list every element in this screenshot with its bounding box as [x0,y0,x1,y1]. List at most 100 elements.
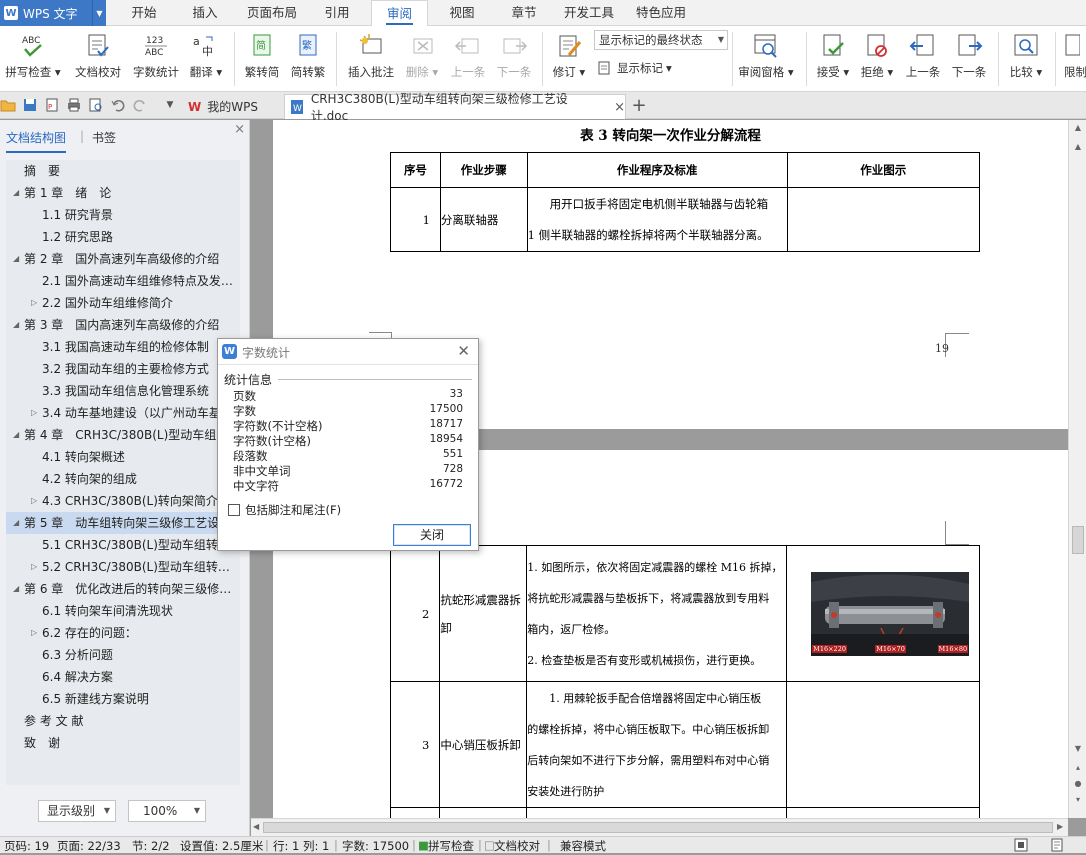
include-footnotes-checkbox[interactable]: 包括脚注和尾注(F) [228,502,341,518]
prev-comment-button[interactable]: 上一条 [446,26,490,92]
outline-item[interactable]: 摘 要 [6,160,240,182]
next-change-button[interactable]: 下一条 [947,26,991,92]
prev-change-button[interactable]: 上一条 [901,26,945,92]
tab-view[interactable]: 视图 [440,0,484,26]
tab-bookmarks[interactable]: 书签 [92,129,116,146]
tab-home[interactable]: 开始 [120,0,168,26]
outline-item[interactable]: 致 谢 [6,732,240,754]
outline-item[interactable]: ◢ 第 3 章 国内高速列车高级修的介绍 [6,314,240,336]
wps-app-button[interactable]: W WPS 文字 ▼ [0,0,106,26]
status-spell-check[interactable]: 拼写检查 [428,838,474,854]
word-count-button[interactable]: 123 ABC 字数统计 [130,26,182,92]
restrict-editing-button[interactable]: 限制 [1060,26,1086,92]
outline-item[interactable]: 4.1 转向架概述 [6,446,240,468]
outline-item[interactable]: 6.5 新建线方案说明 [6,688,240,710]
prev-page-icon[interactable]: ▴ [1072,763,1084,772]
print-preview-icon[interactable]: P [44,97,60,113]
close-icon[interactable]: ✕ [457,342,470,360]
print-icon[interactable] [66,97,82,113]
scroll-up-icon[interactable]: ▲ [1072,142,1084,151]
select-browse-object-icon[interactable]: ● [1072,779,1084,788]
outline-item[interactable]: ▷ 5.2 CRH3C/380B(L)型动车组转向架工艺 [6,556,240,578]
reject-button[interactable]: 拒绝 ▾ [857,26,897,92]
horizontal-scrollbar[interactable]: ◀ ▶ [251,818,1068,836]
tab-insert[interactable]: 插入 [181,0,229,26]
expand-arrow-icon[interactable]: ▷ [31,556,37,578]
expand-arrow-icon[interactable]: ▷ [31,292,37,314]
status-setting[interactable]: 设置值: 2.5厘米 [180,838,263,854]
outline-item[interactable]: ▷ 4.3 CRH3C/380B(L)转向架简介 [6,490,240,512]
outline-item[interactable]: 2.1 国外高速动车组维修特点及发展趋势 [6,270,240,292]
vertical-scrollbar[interactable]: ▲ ▲ ▼ ▴ ● ▾ [1068,120,1086,818]
collapse-arrow-icon[interactable]: ◢ [13,578,19,600]
save-icon[interactable] [22,97,38,113]
outline-item[interactable]: 3.3 我国动车组信息化管理系统 [6,380,240,402]
close-dialog-button[interactable]: 关闭 [393,524,471,546]
new-tab-plus-icon[interactable]: + [631,95,647,116]
app-menu-caret-icon[interactable]: ▼ [92,0,106,26]
tab-references[interactable]: 引用 [315,0,359,26]
page-view-icon[interactable] [1050,838,1064,855]
redo-icon[interactable] [132,97,148,113]
outline-item[interactable]: 参 考 文 献 [6,710,240,732]
outline-item[interactable]: 6.1 转向架车间清洗现状 [6,600,240,622]
outline-item[interactable]: ◢ 第 4 章 CRH3C/380B(L)型动车组转向架 [6,424,240,446]
collapse-arrow-icon[interactable]: ◢ [13,512,19,534]
outline-item[interactable]: 5.1 CRH3C/380B(L)型动车组转向架检修 [6,534,240,556]
next-comment-button[interactable]: 下一条 [492,26,536,92]
doc-check-button[interactable]: 文档校对 [70,26,126,92]
translate-button[interactable]: a中 翻译 ▾ [186,26,226,92]
outline-item[interactable]: 6.4 解决方案 [6,666,240,688]
simp-to-trad-button[interactable]: 繁 简转繁 [287,26,329,92]
scroll-up-icon[interactable]: ▲ [1072,123,1084,132]
show-markup-button[interactable]: 显示标记 ▾ [597,60,672,76]
insert-comment-button[interactable]: 插入批注 [344,26,398,92]
tab-chapter[interactable]: 章节 [502,0,546,26]
zoom-dropdown[interactable]: 100% ▼ [128,800,206,822]
outline-item[interactable]: ▷ 2.2 国外动车组维修简介 [6,292,240,314]
undo-icon[interactable] [110,97,126,113]
tab-review[interactable]: 审阅 [371,0,428,27]
track-changes-button[interactable]: 修订 ▾ [549,26,589,92]
tab-special[interactable]: 特色应用 [630,0,692,26]
preview-icon[interactable] [88,97,104,113]
outline-item[interactable]: ◢ 第 5 章 动车组转向架三级修工艺设计 [6,512,240,534]
compare-button[interactable]: 比较 ▾ [1006,26,1046,92]
dialog-title-bar[interactable]: W 字数统计 ✕ [218,339,478,365]
expand-arrow-icon[interactable]: ▷ [31,490,37,512]
outline-item[interactable]: ◢ 第 6 章 优化改进后的转向架三级修工艺 [6,578,240,600]
tab-my-wps[interactable]: W 我的WPS [184,94,266,119]
trad-to-simp-button[interactable]: 简 繁转简 [241,26,283,92]
outline-item[interactable]: ◢ 第 2 章 国外高速列车高级修的介绍 [6,248,240,270]
tab-document[interactable]: W CRH3C380B(L)型动车组转向架三级检修工艺设计.doc × [284,92,626,123]
status-doc-check[interactable]: 文档校对 [494,838,540,854]
collapse-arrow-icon[interactable]: ◢ [13,424,19,446]
close-icon[interactable]: × [614,100,625,115]
outline-item[interactable]: 6.3 分析问题 [6,644,240,666]
status-word-count[interactable]: 字数: 17500 [342,838,409,854]
outline-item[interactable]: 1.2 研究思路 [6,226,240,248]
scroll-down-icon[interactable]: ▼ [1072,744,1084,753]
collapse-arrow-icon[interactable]: ◢ [13,314,19,336]
scrollbar-thumb[interactable] [1072,526,1084,554]
open-folder-icon[interactable] [0,97,16,113]
spell-check-button[interactable]: ABC 拼写检查 ▾ [3,26,63,92]
collapse-arrow-icon[interactable]: ◢ [13,248,19,270]
markup-state-select[interactable]: 显示标记的最终状态 ▼ [594,30,728,50]
quick-access-dropdown-icon[interactable]: ▼ [162,97,178,113]
tab-document-map[interactable]: 文档结构图 [6,129,67,153]
outline-item[interactable]: ▷ 3.4 动车基地建设（以广州动车基地为例） [6,402,240,424]
accept-button[interactable]: 接受 ▾ [813,26,853,92]
outline-item[interactable]: 4.2 转向架的组成 [6,468,240,490]
scroll-right-icon[interactable]: ▶ [1057,822,1063,831]
tab-dev-tools[interactable]: 开发工具 [558,0,620,26]
delete-comment-button[interactable]: 删除 ▾ [402,26,442,92]
next-page-icon[interactable]: ▾ [1072,795,1084,804]
collapse-arrow-icon[interactable]: ◢ [13,182,19,204]
outline-item[interactable]: 3.2 我国动车组的主要检修方式 [6,358,240,380]
expand-arrow-icon[interactable]: ▷ [31,402,37,424]
outline-item[interactable]: ▷ 6.2 存在的问题： [6,622,240,644]
expand-arrow-icon[interactable]: ▷ [31,622,37,644]
scrollbar-thumb[interactable] [263,822,1053,833]
show-level-dropdown[interactable]: 显示级别 ▼ [38,800,116,822]
